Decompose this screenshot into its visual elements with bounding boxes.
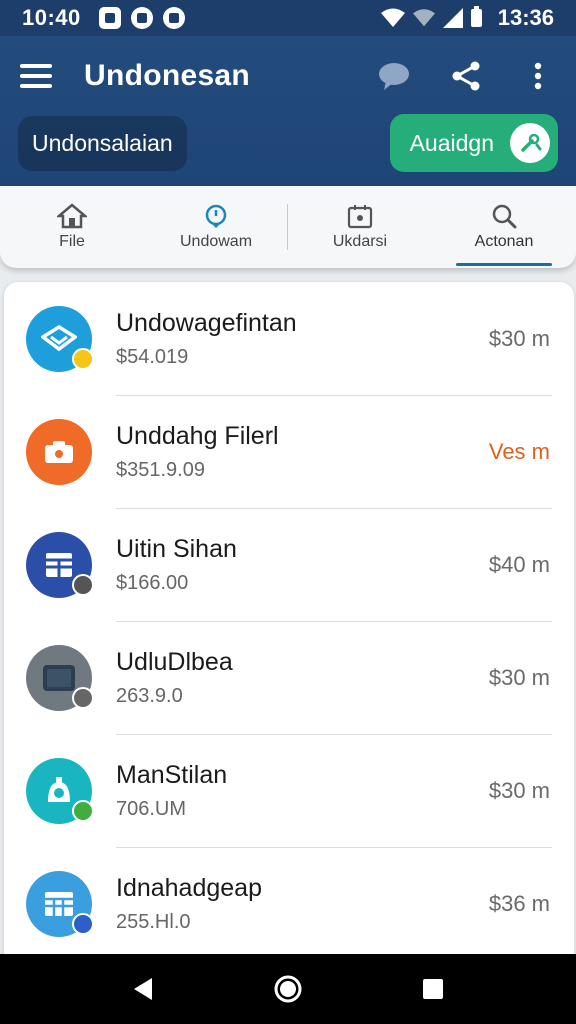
play-badge-icon <box>72 573 94 596</box>
tab-divider <box>287 204 288 250</box>
wifi-secondary-icon <box>412 9 435 27</box>
status-time-right: 13:36 <box>497 5 554 30</box>
battery-icon <box>470 6 482 27</box>
cta-button[interactable]: Auaidgn <box>389 114 558 172</box>
item-meta: Ves m <box>488 438 550 464</box>
camera-icon <box>26 418 92 485</box>
grid-icon <box>26 531 94 598</box>
badge-icon <box>72 686 94 709</box>
app-header: Undonesan Undonsalaian Auaidgn <box>0 36 576 186</box>
tablet-icon <box>26 644 94 711</box>
notification-icons <box>98 7 185 29</box>
item-subtitle: 263.9.0 <box>116 684 183 707</box>
home-button-icon[interactable] <box>268 969 308 1009</box>
tab-label: Actonan <box>474 233 534 250</box>
tab-undowam[interactable]: Undowam <box>144 186 288 268</box>
item-meta: $30 m <box>488 325 550 351</box>
badge-icon <box>72 912 94 935</box>
app-title: Undonesan <box>84 59 251 92</box>
item-title: Undowagefintan <box>116 308 297 337</box>
item-subtitle: 706.UM <box>116 797 187 820</box>
signal-icon <box>442 8 463 28</box>
item-subtitle: $351.9.09 <box>116 458 205 481</box>
item-subtitle: $54.019 <box>116 345 189 368</box>
status-time-left: 10:40 <box>22 5 81 30</box>
wrench-icon <box>510 123 550 163</box>
home-icon <box>57 203 87 229</box>
tab-label: File <box>59 233 85 250</box>
toolbar: Undonesan <box>0 36 576 116</box>
tab-label: Ukdarsi <box>332 233 388 250</box>
tab-file[interactable]: File <box>0 186 144 268</box>
gear-icon <box>26 757 94 824</box>
notification-app-icon <box>98 7 121 29</box>
check-badge-icon <box>72 799 94 822</box>
menu-icon[interactable] <box>20 64 52 88</box>
tab-bar: File Undowam Ukdarsi Actonan <box>0 186 576 268</box>
account-chip[interactable]: Undonsalaian <box>18 115 187 171</box>
search-icon <box>492 204 517 229</box>
tab-ukdarsi[interactable]: Ukdarsi <box>288 186 432 268</box>
table-icon <box>26 870 94 937</box>
item-title: ManStilan <box>116 760 228 789</box>
tab-actonan[interactable]: Actonan <box>432 186 576 268</box>
recents-icon[interactable] <box>413 969 453 1009</box>
item-title: Idnahadgeap <box>116 873 262 902</box>
chat-icon[interactable] <box>376 58 412 94</box>
wifi-icon <box>380 8 405 27</box>
list-item[interactable]: ManStilan 706.UM $30 m <box>4 734 574 847</box>
item-list: Undowagefintan $54.019 $30 m Unddahg Fil… <box>4 282 574 962</box>
share-icon[interactable] <box>448 58 484 94</box>
item-subtitle: $166.00 <box>116 571 189 594</box>
badge-icon <box>72 347 94 370</box>
list-item[interactable]: Idnahadgeap 255.Hl.0 $36 m <box>4 847 574 960</box>
cta-label: Auaidgn <box>409 129 494 156</box>
compass-notification-icon <box>130 7 153 29</box>
item-title: Uitin Sihan <box>116 534 237 563</box>
list-item[interactable]: UdluDlbea 263.9.0 $30 m <box>4 621 574 734</box>
tab-label: Undowam <box>179 233 253 250</box>
item-title: UdluDlbea <box>116 647 233 676</box>
back-icon[interactable] <box>123 969 163 1009</box>
calendar-icon <box>347 205 373 229</box>
item-subtitle: 255.Hl.0 <box>116 910 191 933</box>
list-item[interactable]: Undowagefintan $54.019 $30 m <box>4 282 574 395</box>
location-pin-icon <box>205 204 227 228</box>
item-meta: $36 m <box>488 890 550 916</box>
status-bar: 10:40 13:36 <box>0 0 576 36</box>
list-item[interactable]: Unddahg Filerl $351.9.09 Ves m <box>4 395 574 508</box>
more-vert-icon[interactable] <box>520 58 556 94</box>
mail-notification-icon <box>162 7 185 29</box>
item-meta: $40 m <box>488 551 550 577</box>
item-meta: $30 m <box>488 664 550 690</box>
list-item[interactable]: Uitin Sihan $166.00 $40 m <box>4 508 574 621</box>
item-meta: $30 m <box>488 777 550 803</box>
item-title: Unddahg Filerl <box>116 421 279 450</box>
diamond-icon <box>26 305 94 372</box>
system-nav-bar <box>0 954 576 1024</box>
